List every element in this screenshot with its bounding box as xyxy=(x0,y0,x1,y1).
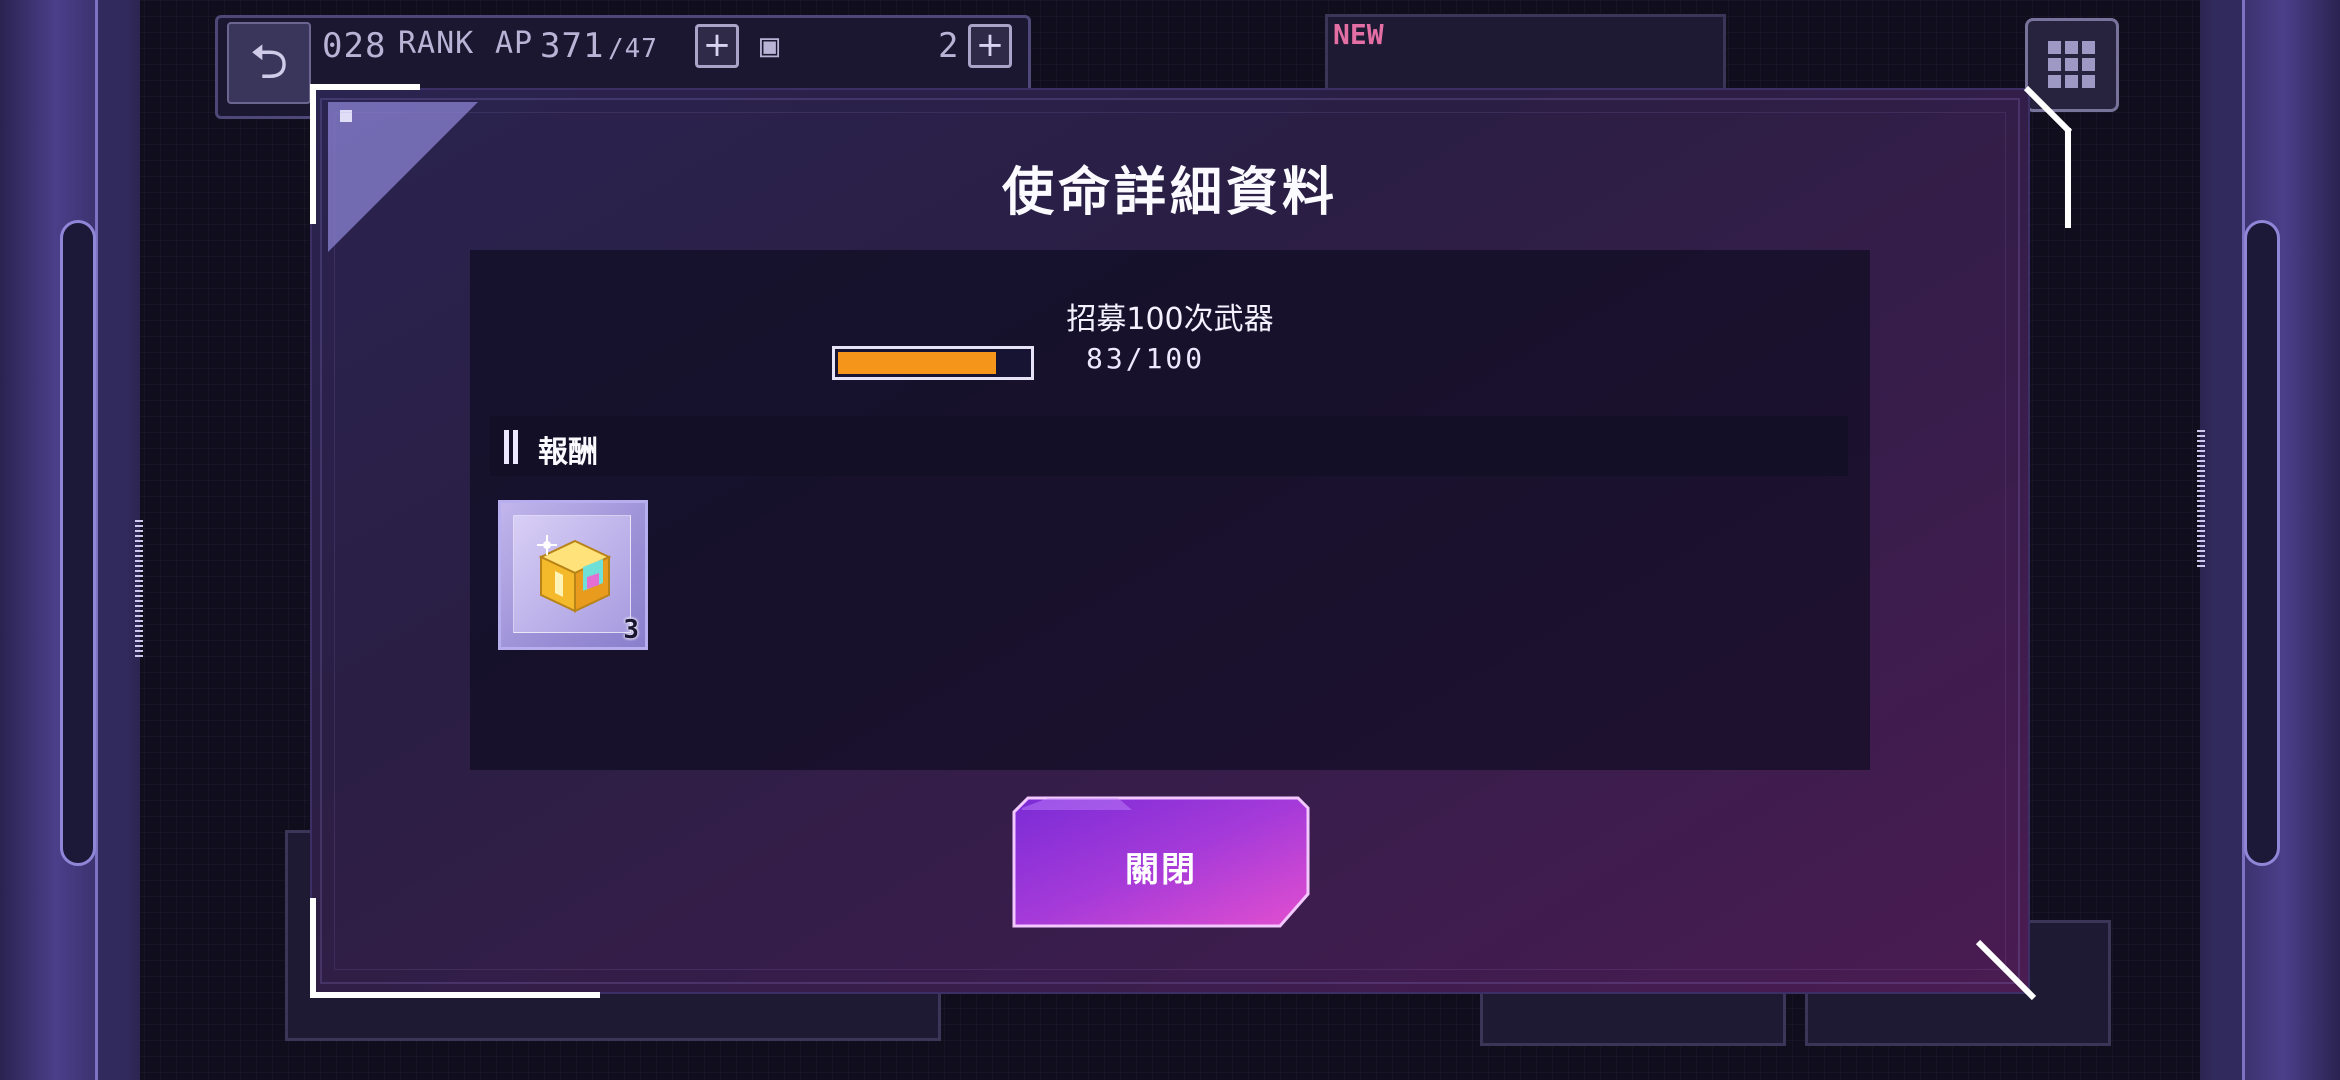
close-button-label: 關閉 xyxy=(1125,850,1197,890)
progress-fill xyxy=(838,352,996,374)
dialog-title: 使命詳細資料 xyxy=(1001,163,1338,223)
ap-value: 371 xyxy=(540,26,605,66)
rank-value: 028 xyxy=(322,26,387,66)
item-count: 2 xyxy=(938,26,960,66)
new-badge: NEW xyxy=(1333,18,1384,51)
section-marker-icon xyxy=(504,430,522,464)
back-button[interactable]: ⮌ xyxy=(227,22,311,104)
close-button[interactable]: 關閉 xyxy=(1008,794,1314,930)
ap-plus-button[interactable]: + xyxy=(695,24,739,68)
mission-description: 招募100次武器 xyxy=(1066,302,1274,337)
close-button-shape xyxy=(1012,796,1310,928)
mission-detail-dialog: 使命詳細資料 招募100次武器 83/100 報酬 3 關閉 xyxy=(310,84,2073,1001)
grid-icon xyxy=(2048,41,2061,54)
right-frame xyxy=(2197,0,2340,1080)
progress-count: 83/100 xyxy=(1086,342,1206,375)
mission-progress-bar xyxy=(832,346,1034,380)
mission-content-panel: 招募100次武器 83/100 報酬 3 xyxy=(470,250,1870,770)
ap-max: /47 xyxy=(608,34,658,64)
corner-decoration xyxy=(328,102,478,252)
reward-section-header: 報酬 xyxy=(490,416,1848,476)
treasure-chest-icon xyxy=(537,535,612,613)
frame-bracket-top-right xyxy=(2065,128,2071,228)
left-frame xyxy=(0,0,143,1080)
reward-label: 報酬 xyxy=(538,435,598,470)
frame-corner-top-right xyxy=(2023,85,2073,135)
rank-label: RANK xyxy=(398,26,475,61)
frame-corner-bottom-right xyxy=(1975,939,2037,1001)
item-plus-button[interactable]: + xyxy=(968,24,1012,68)
reward-item[interactable]: 3 xyxy=(498,500,648,650)
chest-icon: ▣ xyxy=(760,26,781,64)
ap-label: AP xyxy=(495,26,534,61)
frame-bracket-bottom-left xyxy=(310,898,316,998)
frame-bracket-top-left xyxy=(310,84,420,90)
reward-quantity: 3 xyxy=(623,615,639,645)
